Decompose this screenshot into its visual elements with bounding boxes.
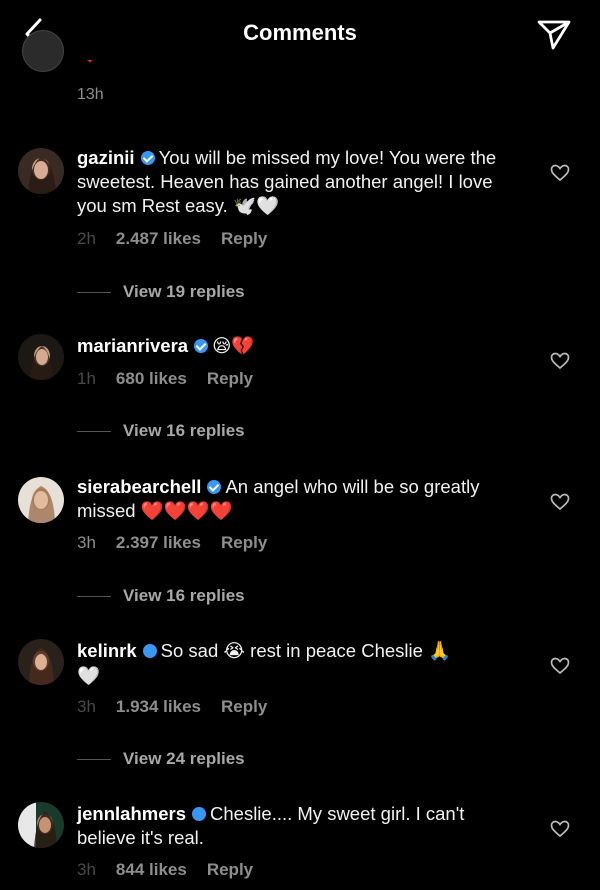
comment-meta: 3h 1.934 likes Reply [77,697,267,717]
comment-meta: 2h 2.487 likes Reply [77,229,267,249]
partial-comment: ❤ 13h [0,30,600,116]
comment-text: sierabearchell An angel who will be so gr… [77,476,480,522]
reply-button[interactable]: Reply [221,533,267,552]
comment-time: 3h [77,697,96,716]
verified-badge-icon [207,480,222,494]
like-button[interactable] [550,352,570,370]
view-replies-button[interactable]: View 24 replies [77,749,245,769]
like-button[interactable] [550,657,570,675]
username[interactable]: sierabearchell [77,476,201,497]
view-replies-button[interactable]: View 16 replies [77,421,245,441]
like-button[interactable] [550,820,570,838]
reply-button[interactable]: Reply [207,369,253,388]
heart-icon [550,820,570,838]
comment-text: kelinrk So sad 😭 rest in peace Cheslie 🙏 🤍 [77,640,452,687]
likes-count[interactable]: 2.487 likes [116,229,201,248]
reply-button[interactable]: Reply [207,860,253,879]
heart-emoji: ❤ [84,60,96,68]
divider [77,596,111,598]
avatar[interactable] [18,334,64,380]
divider [77,292,111,294]
crying-emoji: 😭 [223,641,246,662]
heart-icon [550,493,570,511]
avatar[interactable] [18,802,64,848]
verified-badge-icon [142,644,157,658]
username[interactable]: jennlahmers [77,803,186,824]
likes-count[interactable]: 844 likes [116,860,187,879]
username[interactable]: kelinrk [77,640,137,661]
comment-text: marianrivera 😪💔 [77,334,527,359]
sleepy-broken-heart-emoji: 😪💔 [212,336,255,357]
heart-icon [550,164,570,182]
comment-time: 1h [77,369,96,388]
username[interactable]: gazinii [77,147,135,168]
comment-meta: 3h 2.397 likes Reply [77,533,267,553]
comment-time: 3h [77,533,96,552]
dove-heart-emoji: 🕊️🤍 [232,196,280,217]
comment-meta: 3h 844 likes Reply [77,860,253,880]
likes-count[interactable]: 2.397 likes [116,533,201,552]
verified-badge-icon [194,339,209,353]
reply-button[interactable]: Reply [221,697,267,716]
red-hearts-emoji: ❤️❤️❤️❤️ [140,501,233,522]
verified-badge-icon [140,151,155,165]
view-replies-button[interactable]: View 16 replies [77,586,245,606]
avatar[interactable] [18,639,64,685]
paper-plane-icon [537,20,571,50]
verified-badge-icon [192,807,206,821]
divider [77,431,111,433]
comment-meta: 1h 680 likes Reply [77,369,253,389]
avatar[interactable] [22,30,64,72]
divider [77,759,111,761]
page-title: Comments [243,20,357,45]
comment-text: gazinii You will be missed my love! You w… [77,147,497,217]
reply-button[interactable]: Reply [221,229,267,248]
like-button[interactable] [550,164,570,182]
comment-text: jennlahmers Cheslie.... My sweet girl. I … [77,803,465,848]
comment-time: 2h [77,229,96,248]
view-replies-button[interactable]: View 19 replies [77,282,245,302]
avatar[interactable] [18,148,64,194]
comment-time: 13h [77,86,104,103]
heart-icon [550,352,570,370]
white-heart-emoji: 🤍 [77,666,101,687]
username[interactable]: marianrivera [77,335,188,356]
likes-count[interactable]: 680 likes [116,369,187,388]
comment-time: 3h [77,860,96,879]
heart-icon [550,657,570,675]
likes-count[interactable]: 1.934 likes [116,697,201,716]
like-button[interactable] [550,493,570,511]
avatar[interactable] [18,477,64,523]
praying-hands-emoji: 🙏 [428,641,452,662]
share-button[interactable] [536,18,572,50]
